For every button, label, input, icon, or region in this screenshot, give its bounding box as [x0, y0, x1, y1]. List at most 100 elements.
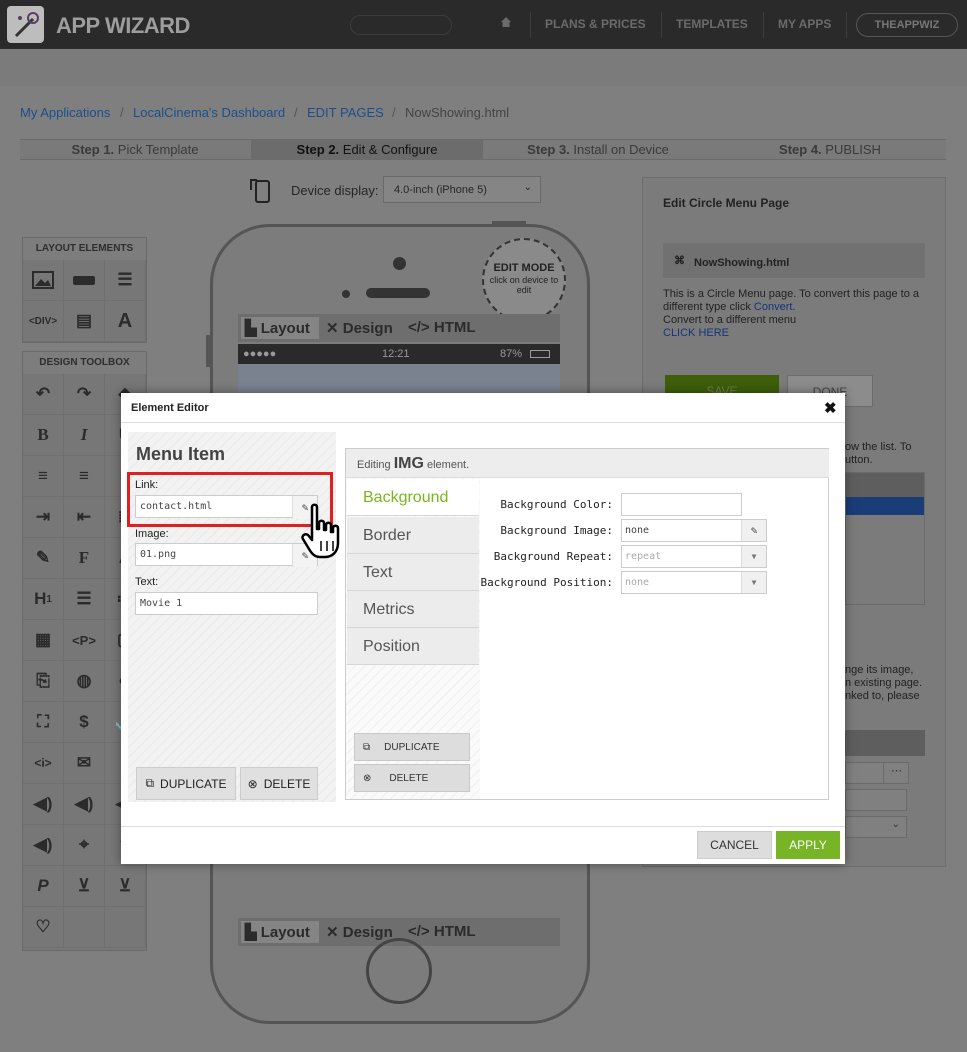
cancel-button[interactable]: CANCEL [697, 831, 772, 859]
step-4[interactable]: Step 4. PUBLISH [715, 142, 945, 157]
panel-hint-text: ow the list. To [845, 441, 912, 453]
close-icon[interactable]: ✖ [824, 399, 837, 417]
modal-header [121, 393, 845, 423]
home-icon[interactable] [500, 16, 512, 31]
panel-field[interactable] [845, 789, 907, 811]
phone-view-tabs-top: ▙ Layout ✕ Design </> HTML [238, 314, 560, 342]
image-input[interactable]: 01.png ✎ [135, 543, 318, 567]
design-tab[interactable]: ✕ Design [326, 319, 393, 337]
layout-tab[interactable]: ▙ Layout [245, 319, 310, 337]
breadcrumb-dashboard[interactable]: LocalCinema's Dashboard [133, 105, 285, 120]
search-pill[interactable] [350, 15, 452, 35]
modal-footer-divider [121, 826, 845, 827]
html-tab[interactable]: </> HTML [408, 923, 476, 940]
email-icon[interactable]: ✉ [64, 743, 105, 784]
image-label: Image: [135, 528, 169, 540]
image-element-icon[interactable] [23, 260, 64, 301]
undo-icon[interactable]: ↶ [23, 374, 64, 415]
tab-metrics[interactable]: Metrics [347, 591, 479, 628]
background-color-input[interactable] [621, 493, 742, 516]
cart-remove-icon[interactable]: ⊻ [105, 866, 146, 907]
step-1[interactable]: Step 1. Pick Template [20, 142, 250, 157]
page-link-icon[interactable]: ⎘ [23, 661, 64, 702]
panel-select[interactable]: ⌄ [845, 816, 907, 838]
menu-items-list[interactable] [845, 472, 925, 605]
align-left-icon[interactable]: ≡ [23, 456, 64, 497]
device-display-select[interactable]: 4.0-inch (iPhone 5) ⌄ [383, 176, 541, 203]
heading-icon[interactable]: H1 [23, 579, 64, 620]
convert-link[interactable]: Convert. [754, 301, 796, 313]
panel-hint-text: nge its image, [845, 664, 914, 676]
app-wizard-logo[interactable] [7, 6, 44, 43]
breadcrumb-edit-pages[interactable]: EDIT PAGES [307, 105, 384, 120]
duplicate-menu-item-button[interactable]: ⧉ DUPLICATE [136, 767, 236, 800]
table-icon[interactable]: ▦ [23, 620, 64, 661]
design-tab[interactable]: ✕ Design [326, 923, 393, 941]
background-repeat-label: Background Repeat: [493, 550, 613, 563]
audio-play-icon[interactable]: ◀) [23, 825, 64, 866]
text-block-icon[interactable]: ▤ [64, 301, 105, 342]
bullet-list-icon[interactable]: ☰ [64, 579, 105, 620]
hand-cursor-icon [300, 503, 346, 566]
background-image-edit-button[interactable]: ✎ [741, 520, 766, 541]
editing-element-tag: IMG [393, 455, 424, 472]
layout-elements-palette: LAYOUT ELEMENTS ☰ <DIV> ▤ A [22, 237, 147, 343]
div-element-icon[interactable]: <DIV> [23, 301, 64, 342]
background-image-input[interactable]: none ✎ [621, 519, 767, 542]
audio-mp3-icon[interactable]: ◀) [23, 784, 64, 825]
background-color-label: Background Color: [500, 498, 613, 511]
audio-settings-icon[interactable]: ◀) [64, 784, 105, 825]
paragraph-tag-icon[interactable]: <P> [64, 620, 105, 661]
button-element-icon[interactable] [64, 260, 105, 301]
selected-list-item [846, 497, 924, 515]
globe-icon[interactable]: ◍ [64, 661, 105, 702]
breadcrumb-separator: / [120, 105, 124, 120]
outdent-icon[interactable]: ⇤ [64, 497, 105, 538]
chevron-down-icon: ▼ [741, 546, 766, 567]
editing-element-header: Editing IMG element. [346, 449, 829, 478]
battery-level: 87% [500, 348, 523, 360]
form-icon[interactable]: ⌖ [64, 825, 105, 866]
background-position-select[interactable]: none ▼ [621, 571, 767, 594]
text-label: Text: [135, 576, 159, 588]
favorite-icon[interactable]: ♡ [23, 907, 64, 948]
pencil-icon[interactable]: ✎ [23, 538, 64, 579]
list-element-icon[interactable]: ☰ [105, 260, 146, 301]
step-3[interactable]: Step 3. Install on Device [483, 142, 713, 157]
rotate-device-icon[interactable] [248, 176, 274, 209]
user-menu[interactable]: THEAPPWIZ [856, 13, 958, 37]
delete-menu-item-button[interactable]: ⊗ DELETE [240, 767, 318, 800]
map-icon[interactable]: ⛶ [23, 702, 64, 743]
chevron-down-icon: ▼ [741, 572, 766, 593]
nav-templates[interactable]: TEMPLATES [676, 17, 748, 31]
text-input[interactable]: Movie 1 [135, 592, 318, 615]
breadcrumb-my-applications[interactable]: My Applications [20, 105, 110, 120]
more-icon[interactable]: ⋯ [883, 762, 909, 784]
step-2[interactable]: Step 2. Edit & Configure [252, 142, 482, 157]
dollar-icon[interactable]: $ [64, 702, 105, 743]
tab-position[interactable]: Position [347, 628, 479, 665]
text-element-icon[interactable]: A [105, 301, 146, 342]
apply-button[interactable]: APPLY [776, 831, 840, 859]
duplicate-element-button[interactable]: ⧉ DUPLICATE [354, 733, 470, 761]
nav-plans[interactable]: PLANS & PRICES [545, 17, 646, 31]
phone-screen[interactable] [238, 364, 560, 394]
indent-icon[interactable]: ⇥ [23, 497, 64, 538]
phone-top-button [492, 221, 526, 226]
cart-add-icon[interactable]: ⊻ [64, 866, 105, 907]
nav-my-apps[interactable]: MY APPS [778, 17, 831, 31]
layout-tab[interactable]: ▙ Layout [245, 923, 310, 941]
delete-element-button[interactable]: ⊗ DELETE [354, 764, 470, 792]
click-here-link[interactable]: CLICK HERE [663, 327, 729, 339]
italic-icon[interactable]: I [64, 415, 105, 456]
background-repeat-select[interactable]: repeat ▼ [621, 545, 767, 568]
paypal-icon[interactable]: P [23, 866, 64, 907]
redo-icon[interactable]: ↷ [64, 374, 105, 415]
bold-icon[interactable]: B [23, 415, 64, 456]
html-tab[interactable]: </> HTML [408, 319, 476, 336]
font-icon[interactable]: F [64, 538, 105, 579]
phone-status-bar: ●●●●● 12:21 87% [238, 344, 560, 364]
breadcrumb-current: NowShowing.html [405, 105, 510, 120]
code-icon[interactable]: <i> [23, 743, 64, 784]
align-center-icon[interactable]: ≡ [64, 456, 105, 497]
